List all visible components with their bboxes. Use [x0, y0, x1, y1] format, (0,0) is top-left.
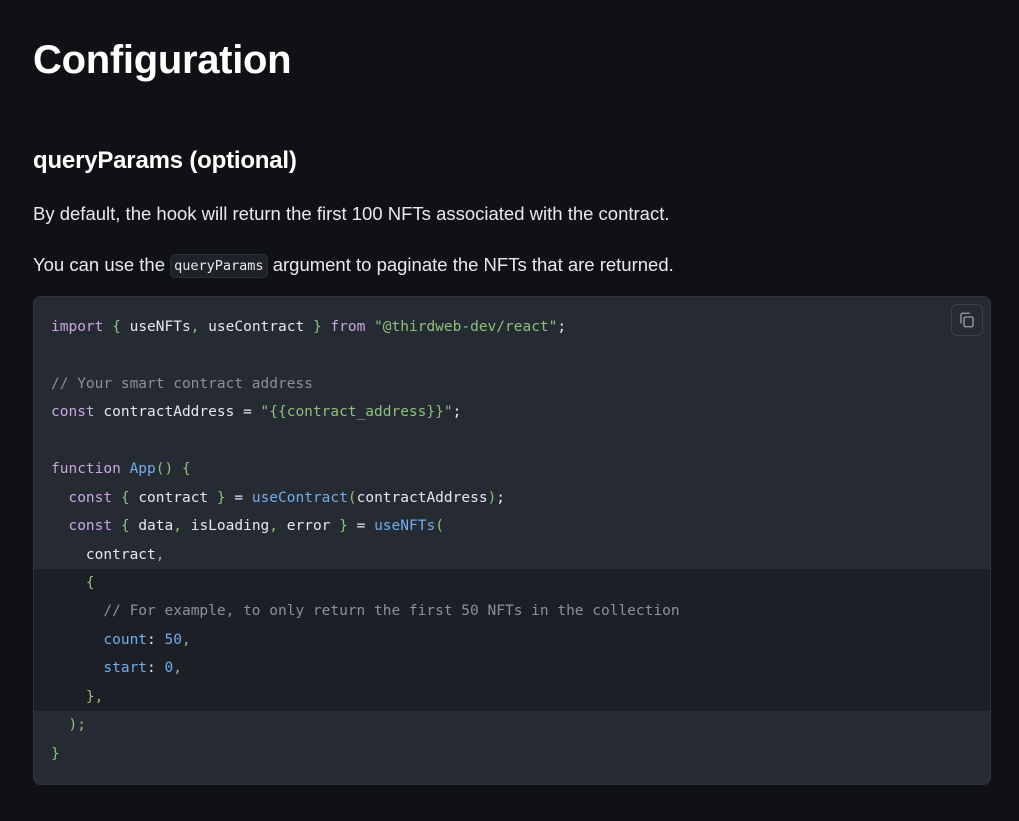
code-token: contract: [51, 546, 156, 563]
code-token: {: [120, 489, 130, 506]
code-token: from: [330, 319, 366, 335]
code-token: 50: [164, 631, 182, 648]
code-line: // Your smart contract address: [34, 370, 990, 398]
code-line: {: [34, 568, 990, 598]
code-line: ​: [34, 341, 990, 369]
code-line: function App() {: [34, 455, 990, 483]
code-token: const: [68, 518, 113, 535]
code-token: isLoading: [181, 518, 270, 535]
paragraph-text-before: You can use the: [33, 254, 171, 275]
paragraph-pagination: You can use the queryParams argument to …: [33, 252, 990, 278]
code-token: :: [147, 631, 165, 648]
code-token: contractAddress: [356, 489, 488, 506]
code-token: useNFTs: [374, 518, 436, 535]
code-token: contract: [129, 489, 217, 506]
code-token: 0: [164, 660, 174, 677]
code-token: // For example, to only return the first…: [103, 603, 680, 620]
code-token: ,: [181, 631, 191, 648]
code-token: ;: [557, 319, 567, 335]
code-line: }: [34, 740, 990, 768]
code-line: const contractAddress = "{{contract_addr…: [34, 398, 990, 426]
code-token: =: [225, 489, 252, 506]
code-token: :: [147, 660, 165, 677]
code-token: (: [435, 518, 444, 535]
code-token: error: [278, 518, 340, 535]
code-token: }: [312, 319, 322, 335]
code-token: =: [243, 404, 252, 421]
code-token: },: [85, 688, 104, 705]
paragraph-default: By default, the hook will return the fir…: [33, 203, 670, 224]
code-token: {: [181, 461, 191, 478]
code-block: import { useNFTs, useContract } from "@t…: [33, 296, 991, 785]
code-token: "@thirdweb-dev/react": [374, 319, 558, 335]
code-token: }: [339, 518, 348, 535]
code-line: contract,: [34, 541, 990, 569]
code-line: import { useNFTs, useContract } from "@t…: [34, 313, 990, 341]
code-lines: import { useNFTs, useContract } from "@t…: [34, 313, 990, 768]
code-token: contractAddress: [94, 404, 244, 421]
page-title: Configuration: [33, 38, 292, 82]
code-token: {: [120, 518, 130, 535]
code-token: ;: [496, 489, 506, 506]
code-token: const: [51, 404, 95, 421]
code-token: ,: [173, 660, 182, 677]
code-token: (: [347, 489, 357, 506]
code-token: ,: [173, 518, 182, 535]
code-token: }: [216, 489, 226, 506]
code-line: ​: [34, 427, 990, 455]
code-token: // Your smart contract address: [51, 375, 313, 392]
code-token: data: [129, 518, 174, 535]
code-token: start: [103, 660, 148, 677]
code-token: "{{contract_address}}": [260, 404, 453, 421]
code-token: ;: [452, 404, 462, 421]
code-line: // For example, to only return the first…: [34, 597, 990, 626]
code-token: useContract: [199, 319, 313, 335]
code-token: {: [112, 319, 121, 335]
code-token: function: [51, 461, 121, 478]
code-token: =: [347, 518, 375, 535]
code-token: const: [68, 489, 113, 506]
code-token: ,: [269, 518, 279, 535]
code-line: );: [34, 711, 990, 739]
code-token: useNFTs: [120, 319, 191, 335]
code-line: start: 0,: [34, 654, 990, 683]
code-token: );: [68, 717, 86, 734]
code-token: count: [103, 631, 148, 648]
code-token: (): [155, 461, 174, 478]
code-token: ): [487, 489, 497, 506]
code-token: ,: [155, 546, 165, 563]
code-token: useContract: [251, 489, 348, 506]
code-line: count: 50,: [34, 625, 990, 655]
code-token: App: [129, 461, 156, 478]
section-heading: queryParams (optional): [33, 147, 297, 174]
code-token: import: [51, 319, 104, 335]
paragraph-text-after: argument to paginate the NFTs that are r…: [267, 254, 674, 275]
code-line: const { data, isLoading, error } = useNF…: [34, 512, 990, 540]
code-token: {: [85, 574, 95, 591]
code-line: const { contract } = useContract(contrac…: [34, 484, 990, 512]
inline-code-queryparams: queryParams: [170, 254, 268, 278]
code-line: },: [34, 682, 990, 712]
code-token: }: [51, 745, 60, 762]
